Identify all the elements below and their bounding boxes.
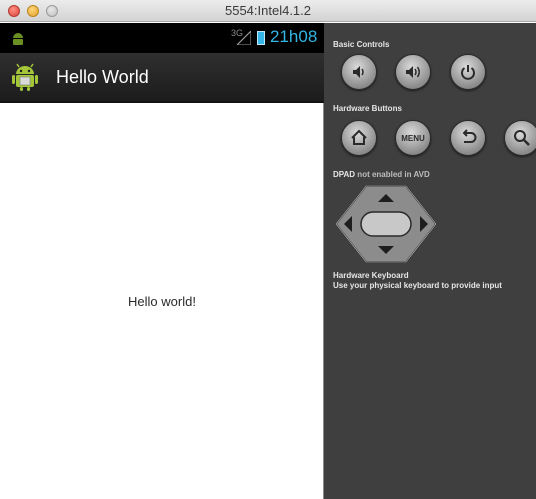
controls-panel: Basic Controls Hardware Buttons MENU DPA… — [324, 23, 536, 499]
menu-button[interactable]: MENU — [395, 120, 431, 156]
search-button[interactable] — [504, 120, 536, 156]
battery-icon — [257, 31, 265, 45]
dpad-label-prefix: DPAD — [333, 170, 356, 179]
emulator-screen[interactable]: 3G 21h08 Hello World Hello world! — [0, 23, 324, 499]
dpad-label-suffix: not enabled in AVD — [355, 170, 430, 179]
back-icon — [462, 129, 477, 143]
signal-strength-icon — [237, 31, 251, 45]
back-button[interactable] — [450, 120, 486, 156]
power-icon — [461, 65, 475, 80]
hello-world-text: Hello world! — [128, 294, 196, 309]
window-title: 5554:Intel4.1.2 — [224, 3, 312, 18]
app-launcher-icon — [12, 63, 38, 91]
volume-down-button[interactable] — [341, 54, 377, 90]
volume-up-icon — [406, 66, 420, 78]
status-time: 21h08 — [270, 27, 318, 46]
app-title: Hello World — [56, 67, 149, 87]
hardware-keyboard-hint: Use your physical keyboard to provide in… — [333, 281, 502, 290]
dpad-control[interactable] — [334, 184, 438, 264]
home-icon — [351, 129, 367, 145]
hardware-buttons-label: Hardware Buttons — [333, 104, 402, 113]
menu-button-label: MENU — [401, 133, 425, 143]
hardware-keyboard-label: Hardware Keyboard — [333, 271, 409, 280]
dpad-status-label: DPAD not enabled in AVD — [333, 170, 430, 179]
status-bar: 3G 21h08 — [0, 23, 324, 53]
dpad-center-button[interactable] — [360, 211, 412, 237]
window-titlebar: 5554:Intel4.1.2 — [0, 0, 536, 22]
volume-up-button[interactable] — [395, 54, 431, 90]
volume-down-icon — [353, 66, 364, 78]
basic-controls-label: Basic Controls — [333, 40, 390, 49]
power-button[interactable] — [450, 54, 486, 90]
android-notification-icon — [13, 33, 23, 45]
home-button[interactable] — [341, 120, 377, 156]
search-icon — [514, 130, 530, 146]
action-bar: Hello World — [0, 53, 324, 103]
